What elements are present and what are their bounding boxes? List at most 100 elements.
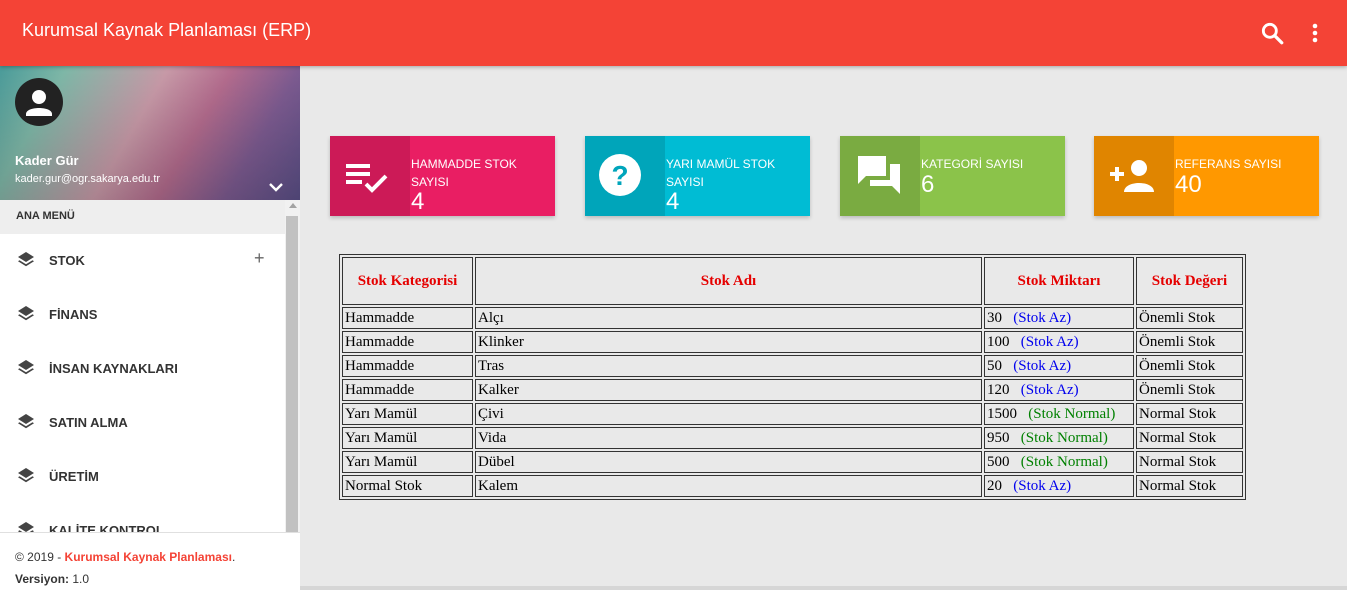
forum-icon — [840, 136, 920, 216]
cell-name: Tras — [475, 355, 982, 377]
stock-status: (Stok Az) — [1013, 309, 1072, 326]
cell-qty: 1500 (Stok Normal) — [984, 403, 1134, 425]
cell-name: Vida — [475, 427, 982, 449]
svg-text:?: ? — [611, 160, 628, 191]
help-icon: ? — [585, 136, 665, 216]
info-box-label: YARI MAMÜL STOK SAYISI — [666, 157, 776, 189]
chevron-down-icon[interactable] — [266, 180, 286, 194]
info-box-value: 6 — [921, 171, 935, 198]
info-box-kategori[interactable]: KATEGORİ SAYISI 6 — [840, 136, 1065, 216]
sidebar-scrollbar[interactable] — [285, 200, 300, 532]
cell-category: Yarı Mamül — [342, 403, 473, 425]
sidebar-item-insan-kaynaklari[interactable]: İNSAN KAYNAKLARI — [0, 342, 285, 396]
copyright: © 2019 - Kurumsal Kaynak Planlaması. — [15, 550, 235, 564]
sidebar-item-uretim[interactable]: ÜRETİM — [0, 450, 285, 504]
stock-status: (Stok Az) — [1020, 333, 1079, 350]
layers-icon — [16, 304, 36, 324]
playlist-check-icon — [330, 136, 410, 216]
stock-status: (Stok Az) — [1013, 357, 1072, 374]
top-app-bar: Kurumsal Kaynak Planlaması (ERP) — [0, 0, 1347, 66]
table-row: Yarı Mamül Vida 950 (Stok Normal) Normal… — [342, 427, 1243, 449]
sidebar-item-label: ÜRETİM — [49, 469, 99, 484]
stock-table: Stok Kategorisi Stok Adı Stok Miktarı St… — [339, 254, 1246, 500]
info-box-referans[interactable]: REFERANS SAYISI 40 — [1094, 136, 1319, 216]
layers-icon — [16, 412, 36, 432]
qty-value: 20 — [987, 477, 1002, 494]
cell-qty: 950 (Stok Normal) — [984, 427, 1134, 449]
table-row: Yarı Mamül Dübel 500 (Stok Normal) Norma… — [342, 451, 1243, 473]
cell-qty: 100 (Stok Az) — [984, 331, 1134, 353]
sidebar-item-satin-alma[interactable]: SATIN ALMA — [0, 396, 285, 450]
expand-plus-icon[interactable]: + — [254, 248, 265, 269]
cell-value: Normal Stok — [1136, 451, 1243, 473]
layers-icon — [16, 358, 36, 378]
sidebar-item-kalite-kontrol[interactable]: KALİTE KONTROL — [0, 504, 285, 532]
table-header-row: Stok Kategorisi Stok Adı Stok Miktarı St… — [342, 257, 1243, 305]
left-sidebar: Kader Gür kader.gur@ogr.sakarya.edu.tr A… — [0, 66, 300, 590]
table-row: Hammadde Alçı 30 (Stok Az) Önemli Stok — [342, 307, 1243, 329]
stock-status: (Stok Az) — [1013, 477, 1072, 494]
info-box-value: 4 — [666, 188, 680, 215]
scroll-thumb[interactable] — [286, 216, 298, 532]
cell-value: Normal Stok — [1136, 427, 1243, 449]
menu-list: STOK + FİNANS İNSAN KAYNAKLARI SATIN ALM… — [0, 234, 285, 532]
info-box-yari-mamul[interactable]: ? YARI MAMÜL STOK SAYISI 4 — [585, 136, 810, 216]
version-label: Versiyon: — [15, 572, 70, 586]
qty-value: 1500 — [987, 405, 1017, 422]
sidebar-item-label: STOK — [49, 253, 85, 268]
info-box-value: 4 — [411, 188, 425, 215]
cell-category: Yarı Mamül — [342, 451, 473, 473]
qty-value: 100 — [987, 333, 1010, 350]
stock-status: (Stok Normal) — [1028, 405, 1116, 422]
table-row: Yarı Mamül Çivi 1500 (Stok Normal) Norma… — [342, 403, 1243, 425]
cell-category: Hammadde — [342, 379, 473, 401]
sidebar-footer: © 2019 - Kurumsal Kaynak Planlaması. Ver… — [0, 532, 300, 590]
cell-name: Çivi — [475, 403, 982, 425]
cell-qty: 500 (Stok Normal) — [984, 451, 1134, 473]
version-value: 1.0 — [69, 572, 90, 586]
layers-icon — [16, 520, 36, 532]
cell-name: Alçı — [475, 307, 982, 329]
qty-value: 950 — [987, 429, 1010, 446]
qty-value: 50 — [987, 357, 1002, 374]
sidebar-item-stok[interactable]: STOK + — [0, 234, 285, 288]
copyright-prefix: © 2019 - — [15, 550, 65, 564]
info-box-label: KATEGORİ SAYISI — [921, 157, 1024, 171]
qty-value: 500 — [987, 453, 1010, 470]
layers-icon — [16, 466, 36, 486]
stock-status: (Stok Normal) — [1020, 453, 1108, 470]
cell-qty: 50 (Stok Az) — [984, 355, 1134, 377]
scroll-up-arrow-icon[interactable] — [289, 203, 297, 208]
info-box-hammadde[interactable]: HAMMADDE STOK SAYISI 4 — [330, 136, 555, 216]
cell-category: Hammadde — [342, 355, 473, 377]
sidebar-item-label: SATIN ALMA — [49, 415, 128, 430]
sidebar-item-finans[interactable]: FİNANS — [0, 288, 285, 342]
more-vert-icon[interactable] — [1305, 20, 1325, 46]
horizontal-scrollbar[interactable] — [300, 586, 1347, 590]
footer-brand-link[interactable]: Kurumsal Kaynak Planlaması — [65, 550, 232, 564]
sidebar-item-label: FİNANS — [49, 307, 98, 322]
cell-value: Önemli Stok — [1136, 307, 1243, 329]
cell-category: Hammadde — [342, 307, 473, 329]
copyright-suffix: . — [231, 550, 236, 564]
stock-status: (Stok Normal) — [1020, 429, 1108, 446]
stock-status: (Stok Az) — [1020, 381, 1079, 398]
table-row: Hammadde Klinker 100 (Stok Az) Önemli St… — [342, 331, 1243, 353]
info-box-value: 40 — [1175, 171, 1202, 198]
qty-value: 120 — [987, 381, 1010, 398]
search-icon[interactable] — [1259, 20, 1285, 46]
avatar[interactable] — [15, 78, 63, 126]
table-row: Hammadde Tras 50 (Stok Az) Önemli Stok — [342, 355, 1243, 377]
cell-value: Önemli Stok — [1136, 355, 1243, 377]
column-header: Stok Miktarı — [984, 257, 1134, 305]
qty-value: 30 — [987, 309, 1002, 326]
cell-name: Kalem — [475, 475, 982, 497]
cell-category: Yarı Mamül — [342, 427, 473, 449]
cell-value: Normal Stok — [1136, 475, 1243, 497]
user-profile-panel: Kader Gür kader.gur@ogr.sakarya.edu.tr — [0, 66, 300, 200]
cell-qty: 120 (Stok Az) — [984, 379, 1134, 401]
app-title[interactable]: Kurumsal Kaynak Planlaması (ERP) — [22, 20, 311, 41]
version: Versiyon: 1.0 — [15, 572, 89, 586]
person-add-icon — [1094, 136, 1174, 216]
cell-value: Önemli Stok — [1136, 331, 1243, 353]
